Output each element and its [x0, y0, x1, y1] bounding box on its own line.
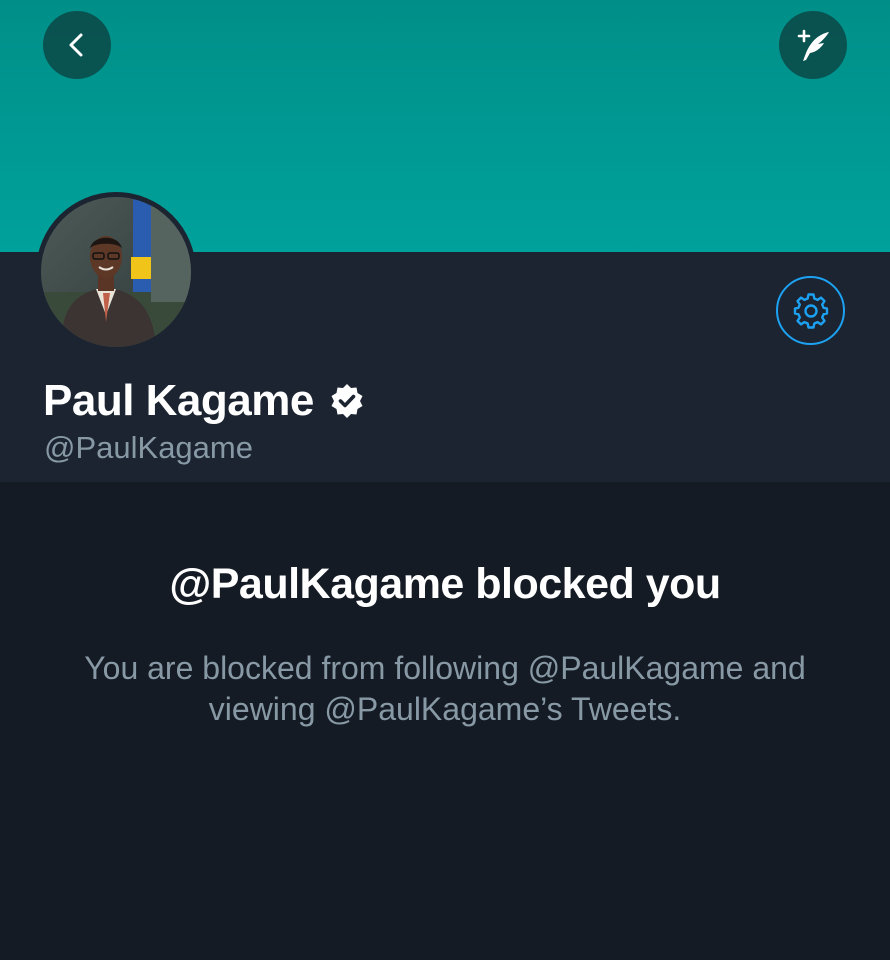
- settings-button[interactable]: [776, 276, 845, 345]
- profile-photo: [41, 197, 191, 347]
- blocked-message: You are blocked from following @PaulKaga…: [84, 650, 806, 727]
- avatar[interactable]: [36, 192, 196, 352]
- chevron-left-icon: [69, 33, 83, 57]
- blocked-title: @PaulKagame blocked you: [169, 560, 721, 608]
- verified-badge-icon: [331, 384, 363, 418]
- profile-name-row: Paul Kagame: [43, 374, 366, 428]
- back-button[interactable]: [43, 11, 111, 79]
- gear-icon: [793, 292, 828, 329]
- compose-tweet-button[interactable]: [779, 11, 847, 79]
- profile-handle: @PaulKagame: [44, 430, 253, 465]
- compose-tweet-icon: [797, 29, 829, 61]
- profile-name: Paul Kagame: [43, 376, 314, 425]
